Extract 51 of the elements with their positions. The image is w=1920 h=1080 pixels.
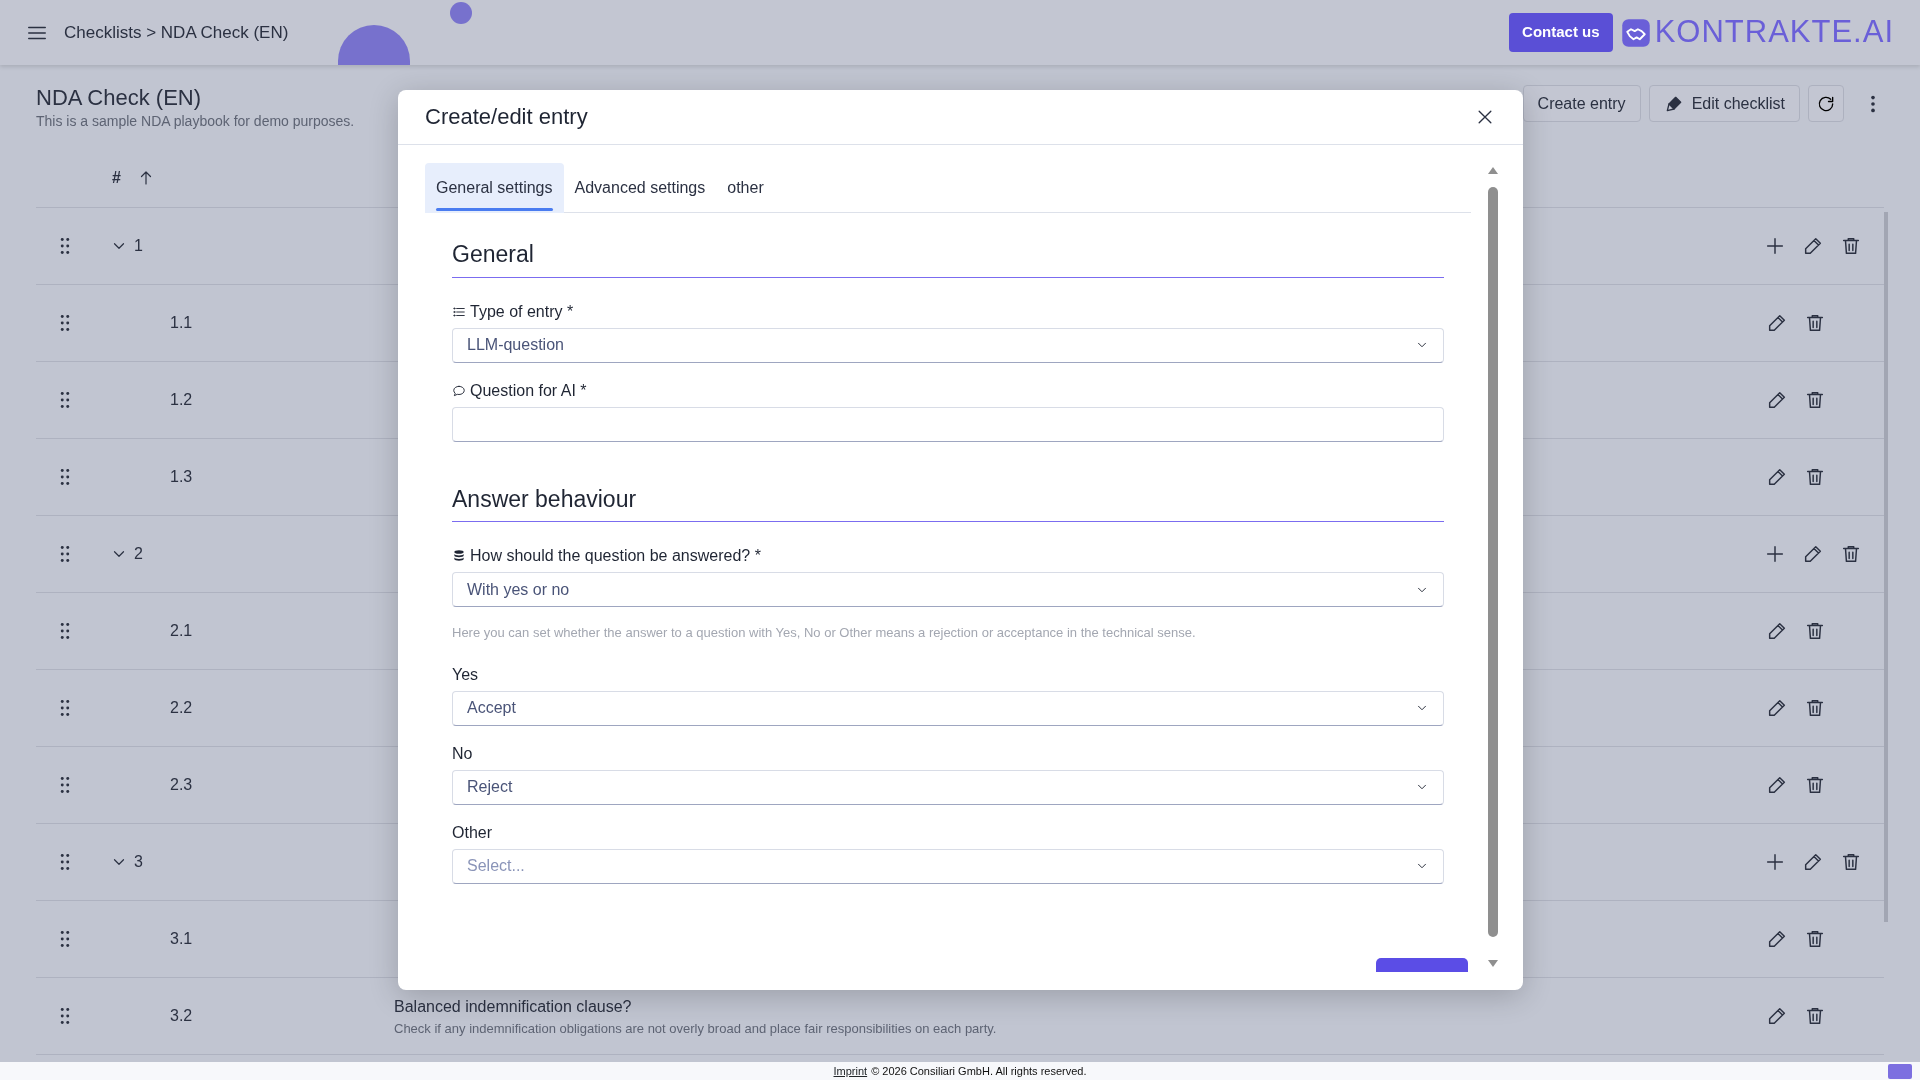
field-label: How should the question be answered? * [470,546,761,567]
field-label: Type of entry * [470,301,574,322]
field-label: No [452,743,473,764]
row-number: 2.2 [170,698,193,719]
row-number: 1.3 [170,467,193,488]
create-entry-button[interactable]: Create entry [1522,85,1641,122]
scrollbar[interactable] [1487,167,1499,967]
tab[interactable]: General settings [425,163,564,213]
refresh-button[interactable] [1808,85,1844,122]
database-icon [452,549,466,564]
imprint-link[interactable]: Imprint [833,1062,868,1080]
section-heading: Answer behaviour [452,457,1444,523]
row-number: 2.1 [170,621,193,642]
row-number: 3 [134,852,143,873]
page-subtitle: This is a sample NDA playbook for demo purposes. [36,112,355,132]
row-number: 2.3 [170,775,193,796]
column-header[interactable]: # [112,165,121,190]
modal-title: Create/edit entry [425,103,588,131]
decorative-dot [450,2,472,24]
page-title: NDA Check (EN) [36,85,203,112]
row-title: Balanced indemnification clause? [394,996,633,1017]
dropdown-field[interactable]: Reject [452,769,1444,805]
logo-text: KONTRAKTE.AI [1654,13,1894,52]
dropdown-field[interactable]: With yes or no [452,572,1444,608]
section-heading: General [452,213,1444,278]
decorative-semicircle [338,25,410,65]
tab[interactable]: Advanced settings [563,163,717,213]
row-number: 1.2 [170,390,193,411]
speech-bubble-icon [452,383,466,398]
row-number: 1.1 [170,313,193,334]
copyright-text: © 2026 Consiliari GmbH. All rights reserved. [871,1063,1087,1079]
row-number: 3.1 [170,929,193,950]
dropdown-field[interactable]: LLM-question [452,327,1444,363]
field-label: Question for AI * [470,380,587,401]
handshake-logo-icon [1620,17,1651,48]
field-label: Other [452,822,492,843]
field-label: Yes [452,664,479,685]
contact-button[interactable]: Contact us [1509,13,1613,52]
list-icon [452,304,466,319]
edit-checklist-button[interactable]: Edit checklist [1648,85,1800,122]
row-description: Check if any indemnification obligations are not overly broad and place fair responsibilities on each party. [394,1019,997,1038]
row-number: 3.2 [170,1006,193,1027]
tab[interactable]: other [716,163,775,213]
scroll-up-arrow-icon[interactable] [1488,167,1498,174]
dropdown-field[interactable]: Accept [452,690,1444,726]
help-text: Here you can set whether the answer to a question with Yes, No or Other means a rejection or acceptance in the technical sense. [452,624,1197,643]
scroll-down-arrow-icon[interactable] [1488,960,1498,967]
breadcrumb[interactable]: Checklists > NDA Check (EN) [64,19,289,46]
text-input-field[interactable] [452,406,1444,442]
row-number: 1 [134,236,143,257]
row-number: 2 [134,544,143,565]
